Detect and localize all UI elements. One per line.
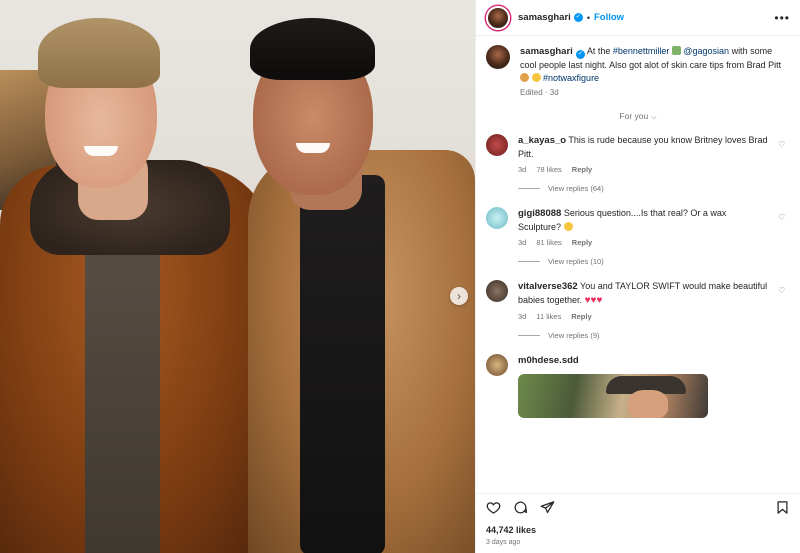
avatar[interactable] — [486, 5, 510, 30]
comment-username[interactable]: gigi88088 — [518, 208, 561, 219]
comments-scroll[interactable]: samasghari ✓ At the #bennettmiller @gagos… — [476, 37, 800, 493]
view-replies-label: View replies (10) — [548, 257, 604, 266]
comment-likes[interactable]: 78 likes — [536, 165, 561, 174]
next-image-button[interactable]: › — [450, 287, 468, 305]
reply-button[interactable]: Reply — [571, 312, 591, 321]
comment-username[interactable]: vitalverse362 — [518, 281, 578, 292]
person-right-hair — [250, 18, 375, 80]
list-item: m0hdese.sdd — [486, 354, 790, 418]
post-viewer: › samasghari ✓ • Follow ••• samasghari ✓ … — [0, 0, 800, 553]
header-user: samasghari ✓ • Follow — [518, 12, 624, 23]
post-timestamp: 3 days ago — [486, 539, 521, 546]
more-icon[interactable]: ••• — [774, 11, 790, 25]
gif-attachment[interactable] — [518, 373, 708, 418]
mention-link[interactable]: @gagosian — [681, 46, 729, 56]
comment-age: 3d — [518, 238, 527, 247]
person-left-hair — [38, 18, 160, 88]
caption-username[interactable]: samasghari — [520, 46, 573, 57]
chevron-down-icon: ⌵ — [651, 114, 657, 121]
verified-icon: ✓ — [573, 13, 583, 22]
likes-count[interactable]: 44,742 likes — [486, 525, 790, 535]
caption-avatar[interactable] — [486, 45, 510, 69]
list-item: a_kayas_o This is rude because you know … — [486, 134, 790, 174]
header-username[interactable]: samasghari — [518, 12, 571, 23]
chevron-right-icon: › — [457, 289, 461, 303]
post-side-panel: samasghari ✓ • Follow ••• samasghari ✓ At… — [475, 0, 800, 553]
avatar[interactable] — [486, 280, 508, 302]
bookmark-icon[interactable] — [775, 500, 790, 515]
view-replies-label: View replies (64) — [548, 184, 604, 193]
person-left-smile — [84, 146, 118, 156]
view-replies-button[interactable]: View replies (9) — [518, 331, 790, 340]
heart-icon[interactable]: ♡ — [778, 134, 790, 174]
reply-button[interactable]: Reply — [572, 165, 592, 174]
picture-emoji — [671, 46, 681, 55]
action-icons — [486, 499, 790, 515]
comment-username[interactable]: m0hdese.sdd — [518, 355, 579, 366]
comment-age: 3d — [518, 165, 527, 174]
laughing-emoji — [563, 221, 573, 231]
edited-label: Edited · 3d — [520, 88, 559, 97]
heart-icon[interactable]: ♡ — [778, 280, 790, 321]
comment-meta: 3d 81 likes Reply — [518, 238, 768, 247]
comment-meta: 3d 11 likes Reply — [518, 312, 768, 321]
comment-icon[interactable] — [513, 500, 528, 515]
caption: samasghari ✓ At the #bennettmiller @gagos… — [486, 45, 790, 97]
comment-text: vitalverse362 You and TAYLOR SWIFT would… — [518, 280, 768, 307]
gif-face — [628, 389, 668, 418]
comment-meta: 3d 78 likes Reply — [518, 165, 768, 174]
muscle-emoji — [520, 72, 529, 82]
post-header: samasghari ✓ • Follow ••• — [476, 0, 800, 36]
comment-filter-label: For you — [619, 111, 649, 121]
caption-text: samasghari ✓ At the #bennettmiller @gagos… — [520, 45, 790, 84]
comment-text: m0hdese.sdd — [518, 354, 790, 368]
view-replies-button[interactable]: View replies (64) — [518, 184, 790, 193]
view-replies-label: View replies (9) — [548, 331, 600, 340]
separator-dot: • — [586, 12, 590, 23]
list-item: vitalverse362 You and TAYLOR SWIFT would… — [486, 280, 790, 321]
share-icon[interactable] — [540, 500, 555, 515]
comment-filter[interactable]: For you ⌵ — [486, 111, 790, 122]
post-photo[interactable]: › — [0, 0, 475, 553]
replies-divider — [518, 261, 540, 262]
replies-divider — [518, 188, 540, 189]
comment-text: a_kayas_o This is rude because you know … — [518, 134, 768, 160]
replies-divider — [518, 335, 540, 336]
comment-age: 3d — [518, 312, 527, 321]
hashtag-link[interactable]: #bennettmiller — [613, 46, 670, 56]
hashtag-link[interactable]: #notwaxfigure — [543, 73, 599, 83]
list-item: gigi88088 Serious question....Is that re… — [486, 207, 790, 247]
heart-icon[interactable] — [486, 500, 501, 515]
comment-likes[interactable]: 81 likes — [536, 238, 561, 247]
avatar[interactable] — [486, 354, 508, 376]
person-right-smile — [296, 143, 330, 153]
reply-button[interactable]: Reply — [572, 238, 592, 247]
caption-text-part: At the — [586, 46, 613, 56]
comment-text: gigi88088 Serious question....Is that re… — [518, 207, 768, 233]
laughing-emoji — [531, 72, 541, 82]
comment-likes[interactable]: 11 likes — [536, 312, 561, 321]
comment-username[interactable]: a_kayas_o — [518, 135, 566, 146]
person-right-shirt — [300, 175, 385, 553]
view-replies-button[interactable]: View replies (10) — [518, 257, 790, 266]
avatar[interactable] — [486, 134, 508, 156]
heart-emoji: ♥ — [596, 294, 603, 306]
post-actions: 44,742 likes 3 days ago — [476, 493, 800, 553]
heart-icon[interactable]: ♡ — [778, 207, 790, 247]
avatar[interactable] — [486, 207, 508, 229]
verified-icon: ✓ — [575, 50, 585, 59]
follow-button[interactable]: Follow — [594, 12, 624, 23]
